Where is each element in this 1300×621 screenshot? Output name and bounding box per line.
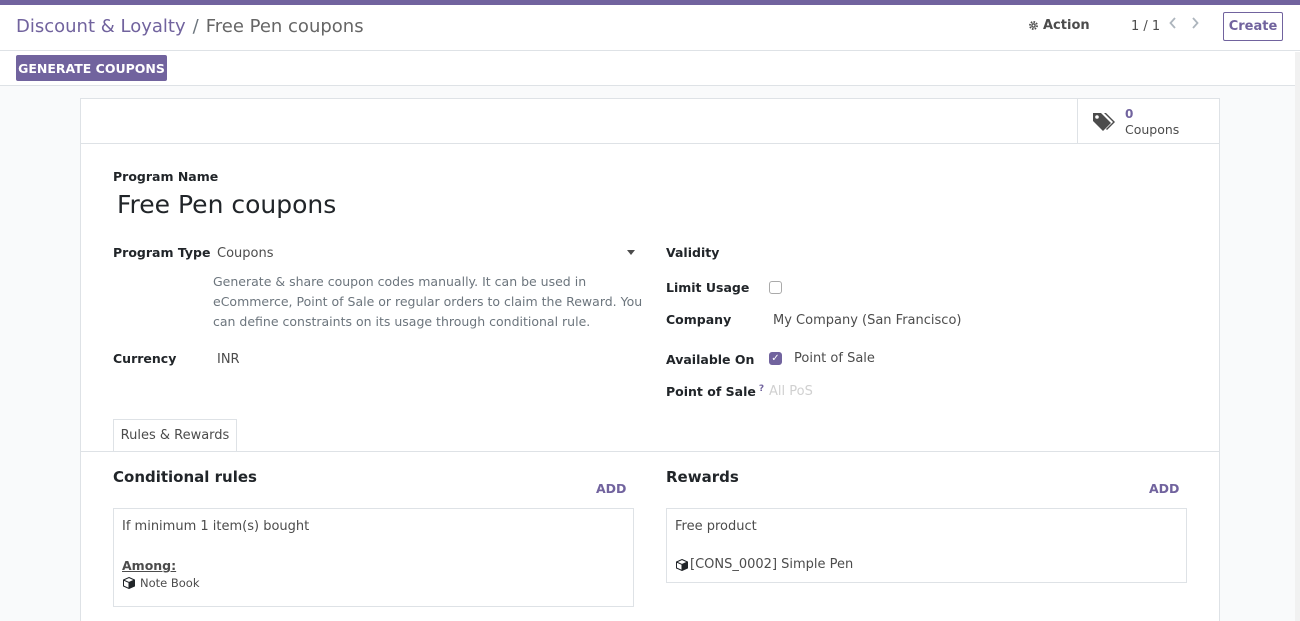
tab-divider <box>81 451 1219 452</box>
rule-card[interactable]: If minimum 1 item(s) bought Among: Note … <box>113 508 634 607</box>
help-tooltip-icon[interactable]: ? <box>759 384 764 394</box>
limit-usage-label: Limit Usage <box>666 280 750 295</box>
conditional-rules-title: Conditional rules <box>113 468 257 486</box>
reward-product-name: [CONS_0002] Simple Pen <box>690 557 854 572</box>
program-type-help: Generate & share coupon codes manually. … <box>213 274 643 329</box>
available-on-pos-label: Point of Sale <box>794 351 875 366</box>
point-of-sale-label: Point of Sale? <box>666 384 764 399</box>
reward-product: [CONS_0002] Simple Pen <box>676 557 853 572</box>
cube-icon <box>676 558 688 571</box>
chevron-left-icon <box>1169 17 1176 29</box>
pager-value[interactable]: 1 / 1 <box>1131 19 1160 34</box>
point-of-sale-field[interactable]: All PoS <box>769 384 813 399</box>
breadcrumb-parent-link[interactable]: Discount & Loyalty <box>16 16 186 37</box>
point-of-sale-label-text: Point of Sale <box>666 384 756 400</box>
company-field[interactable]: My Company (San Francisco) <box>773 313 961 328</box>
tab-rules-rewards[interactable]: Rules & Rewards <box>113 419 237 452</box>
program-name-input[interactable]: Free Pen coupons <box>117 190 336 219</box>
breadcrumb-current: Free Pen coupons <box>205 16 364 37</box>
currency-field[interactable]: INR <box>217 352 240 367</box>
pager-previous-button[interactable] <box>1169 17 1177 33</box>
button-box: 0 Coupons <box>81 99 1219 144</box>
program-name-label: Program Name <box>113 169 219 184</box>
available-on-label: Available On <box>666 352 755 367</box>
rewards-title: Rewards <box>666 468 739 486</box>
chevron-right-icon <box>1192 17 1199 29</box>
company-label: Company <box>666 312 732 327</box>
action-label: Action <box>1043 18 1090 33</box>
add-reward-button[interactable]: ADD <box>1149 481 1179 496</box>
currency-label: Currency <box>113 351 177 366</box>
generate-coupons-button[interactable]: GENERATE COUPONS <box>16 55 167 81</box>
pager-next-button[interactable] <box>1191 17 1199 33</box>
breadcrumb: Discount & Loyalty / Free Pen coupons <box>16 16 364 37</box>
add-rule-button[interactable]: ADD <box>596 481 626 496</box>
cube-icon <box>123 577 135 589</box>
scrollbar[interactable] <box>1295 52 1300 621</box>
coupons-count: 0 <box>1125 107 1134 121</box>
breadcrumb-separator: / <box>192 16 199 37</box>
program-type-select[interactable]: Coupons <box>217 246 274 261</box>
reward-type: Free product <box>675 519 757 534</box>
program-type-label: Program Type <box>113 245 211 260</box>
limit-usage-checkbox[interactable] <box>769 281 782 294</box>
rule-product-name: Note Book <box>140 576 200 590</box>
action-menu-button[interactable]: Action <box>1028 18 1090 33</box>
among-label: Among: <box>122 558 177 573</box>
available-on-pos-checkbox[interactable]: ✓ <box>769 352 782 365</box>
gear-icon <box>1029 21 1038 30</box>
reward-card[interactable]: Free product [CONS_0002] Simple Pen <box>666 508 1187 583</box>
coupons-smart-button[interactable]: 0 Coupons <box>1077 99 1219 143</box>
control-panel: Discount & Loyalty / Free Pen coupons Ac… <box>0 5 1300 86</box>
create-button[interactable]: Create <box>1223 12 1283 41</box>
control-divider <box>0 50 1300 51</box>
rule-condition: If minimum 1 item(s) bought <box>122 519 310 534</box>
tags-icon <box>1093 113 1115 131</box>
coupons-label: Coupons <box>1125 122 1180 137</box>
validity-label: Validity <box>666 245 720 260</box>
caret-down-icon[interactable] <box>627 250 635 255</box>
form-sheet: 0 Coupons Program Name Free Pen coupons … <box>80 98 1220 621</box>
rule-product: Note Book <box>123 576 200 590</box>
